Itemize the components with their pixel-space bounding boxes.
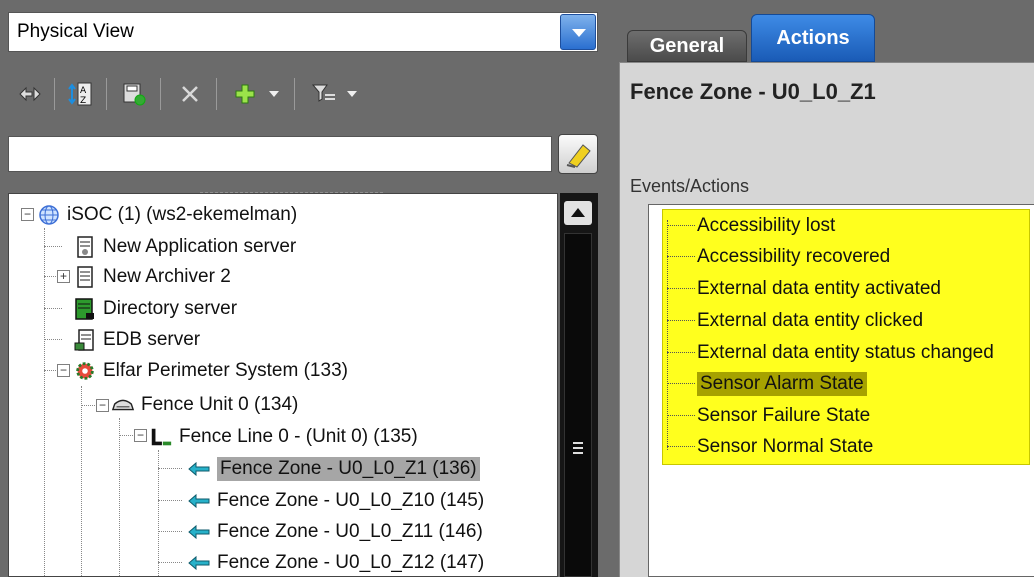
delete-icon[interactable] — [174, 78, 206, 110]
tree-toolbar: AZ — [8, 70, 598, 120]
event-label: Sensor Normal State — [697, 435, 874, 457]
left-panel: Physical View AZ − + − − − iSOC (1) (ws2… — [0, 0, 605, 577]
svg-text:A: A — [80, 86, 87, 96]
collapse-toggle-fence-line[interactable]: − — [134, 429, 147, 442]
app-server-icon — [73, 235, 97, 259]
clear-filter-button[interactable] — [558, 134, 598, 174]
tree-node-label: New Archiver 2 — [103, 266, 231, 287]
tree-node-label: EDB server — [103, 329, 201, 350]
collapse-toggle-isoc[interactable]: − — [21, 208, 34, 221]
expand-toggle-archiver[interactable]: + — [57, 270, 70, 283]
tab-actions[interactable]: Actions — [751, 14, 875, 62]
tree-node-directory-server[interactable]: Directory server — [73, 294, 237, 324]
event-item-external-activated[interactable]: External data entity activated — [663, 273, 941, 304]
event-label: Accessibility lost — [697, 214, 836, 236]
events-actions-label: Events/Actions — [630, 176, 750, 196]
event-item-external-status-changed[interactable]: External data entity status changed — [663, 337, 994, 368]
tree-node-label: Fence Zone - U0_L0_Z12 (147) — [217, 552, 485, 573]
tab-general[interactable]: General — [627, 30, 747, 62]
tree-node-fence-zone-z11[interactable]: Fence Zone - U0_L0_Z11 (146) — [187, 517, 483, 547]
actions-tab-content: Fence Zone - U0_L0_Z1 Events/Actions Acc… — [619, 62, 1034, 577]
add-icon[interactable] — [230, 78, 260, 110]
entity-tree: − + − − − iSOC (1) (ws2-ekemelman) New A… — [8, 193, 558, 577]
event-label: External data entity status changed — [697, 341, 994, 363]
search-input[interactable] — [8, 136, 552, 172]
tree-node-application-server[interactable]: New Application server — [73, 232, 296, 262]
edb-server-icon — [73, 328, 97, 352]
tree-node-label: iSOC (1) (ws2-ekemelman) — [67, 204, 298, 225]
event-item-sensor-alarm[interactable]: Sensor Alarm State — [663, 368, 867, 399]
sort-az-icon[interactable]: AZ — [64, 78, 96, 110]
event-item-sensor-normal[interactable]: Sensor Normal State — [663, 431, 873, 462]
fence-unit-icon — [111, 393, 135, 417]
view-selector-value: Physical View — [17, 21, 134, 42]
collapse-toggle-perimeter[interactable]: − — [57, 364, 70, 377]
tree-node-fence-zone-z10[interactable]: Fence Zone - U0_L0_Z10 (145) — [187, 486, 484, 516]
add-dropdown-chevron-icon[interactable] — [264, 78, 284, 110]
fence-zone-icon — [187, 551, 211, 575]
tree-node-label: New Application server — [103, 236, 297, 257]
tree-node-fence-unit[interactable]: Fence Unit 0 (134) — [111, 390, 298, 420]
tree-scrollbar[interactable] — [560, 193, 598, 577]
save-entity-icon[interactable] — [118, 78, 150, 110]
filter-icon[interactable] — [308, 78, 340, 110]
tree-node-label: Directory server — [103, 298, 238, 319]
event-item-accessibility-recovered[interactable]: Accessibility recovered — [663, 241, 890, 272]
tree-node-fence-zone-z12[interactable]: Fence Zone - U0_L0_Z12 (147) — [187, 548, 485, 576]
event-label: External data entity activated — [697, 277, 941, 299]
right-panel: General Actions Fence Zone - U0_L0_Z1 Ev… — [605, 0, 1034, 577]
filter-dropdown-chevron-icon[interactable] — [342, 78, 362, 110]
tree-node-label: Fence Zone - U0_L0_Z11 (146) — [217, 521, 483, 542]
tree-node-fence-line[interactable]: Fence Line 0 - (Unit 0) (135) — [149, 422, 418, 452]
dropdown-arrow-icon[interactable] — [560, 14, 596, 50]
tree-node-fence-zone-z1[interactable]: Fence Zone - U0_L0_Z1 (136) — [187, 454, 480, 484]
scrollbar-thumb[interactable] — [564, 233, 592, 577]
event-label: Sensor Failure State — [697, 404, 871, 426]
splitter-handle[interactable] — [200, 182, 420, 195]
fence-zone-icon — [187, 489, 211, 513]
fence-zone-icon — [187, 457, 211, 481]
svg-text:Z: Z — [80, 96, 86, 106]
tree-node-label: Elfar Perimeter System (133) — [103, 360, 348, 381]
tree-node-perimeter-system[interactable]: Elfar Perimeter System (133) — [73, 356, 348, 386]
grip-icon — [573, 442, 583, 454]
tree-node-label: Fence Unit 0 (134) — [141, 394, 299, 415]
entity-title: Fence Zone - U0_L0_Z1 — [630, 79, 876, 104]
events-list-highlight: Accessibility lost Accessibility recover… — [662, 209, 1030, 465]
fence-zone-icon — [187, 520, 211, 544]
tree-node-archiver[interactable]: New Archiver 2 — [73, 262, 231, 292]
directory-server-icon — [73, 297, 97, 321]
tree-node-label: Fence Zone - U0_L0_Z10 (145) — [217, 490, 485, 511]
fence-line-icon — [149, 425, 173, 449]
event-label: Sensor Alarm State — [697, 371, 867, 396]
event-label: External data entity clicked — [697, 309, 924, 331]
perimeter-system-icon — [73, 359, 97, 383]
event-item-accessibility-lost[interactable]: Accessibility lost — [663, 210, 835, 241]
tree-node-isoc[interactable]: iSOC (1) (ws2-ekemelman) — [37, 200, 297, 230]
event-item-sensor-failure[interactable]: Sensor Failure State — [663, 400, 870, 431]
event-label: Accessibility recovered — [697, 245, 891, 267]
scroll-up-icon[interactable] — [564, 201, 592, 225]
archiver-icon — [73, 265, 97, 289]
tree-node-label: Fence Zone - U0_L0_Z1 (136) — [217, 457, 480, 481]
event-item-external-clicked[interactable]: External data entity clicked — [663, 305, 923, 336]
tree-node-label: Fence Line 0 - (Unit 0) (135) — [179, 426, 418, 447]
tree-node-edb-server[interactable]: EDB server — [73, 325, 200, 355]
view-selector-dropdown[interactable]: Physical View — [8, 12, 598, 52]
go-to-icon[interactable] — [14, 78, 46, 110]
eraser-icon — [566, 144, 591, 168]
globe-icon — [37, 203, 61, 227]
collapse-toggle-fence-unit[interactable]: − — [96, 399, 109, 412]
